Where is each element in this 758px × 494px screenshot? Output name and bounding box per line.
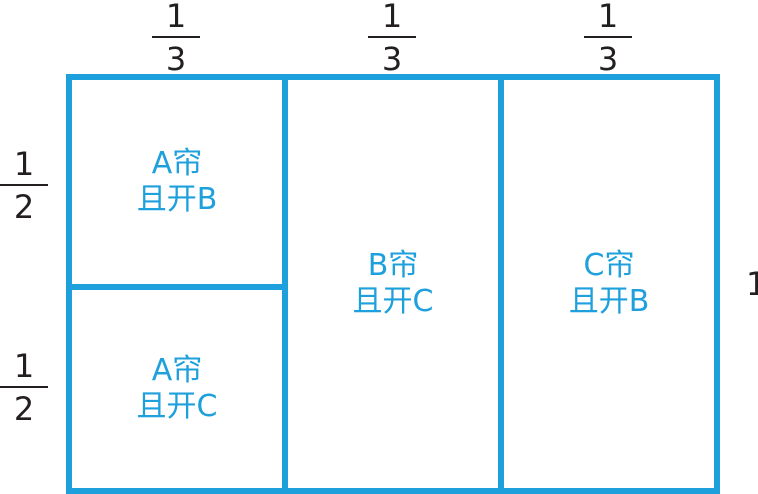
column-fraction-2-denominator: 3 xyxy=(381,40,403,78)
whole-label: 1 xyxy=(746,265,758,303)
fraction-bar xyxy=(0,386,48,388)
column-fraction-1-numerator: 1 xyxy=(165,0,187,35)
fraction-bar xyxy=(584,36,632,38)
cell-a-open-b-line1: A帘 xyxy=(151,146,203,181)
column-fraction-1-denominator: 3 xyxy=(165,40,187,78)
row-fraction-1-denominator: 2 xyxy=(13,188,35,226)
cell-c-open-b: C帘 且开B xyxy=(498,74,720,494)
probability-grid: A帘 且开B A帘 且开C B帘 且开C C帘 且开B xyxy=(66,74,720,494)
column-fraction-1: 1 3 xyxy=(148,0,204,75)
cell-b-open-c-line2: 且开C xyxy=(352,284,434,319)
cell-a-open-b: A帘 且开B xyxy=(66,74,288,290)
fraction-bar xyxy=(368,36,416,38)
column-fraction-3: 1 3 xyxy=(580,0,636,75)
column-fraction-2: 1 3 xyxy=(364,0,420,75)
cell-a-open-c-line2: 且开C xyxy=(136,389,218,424)
column-fraction-3-denominator: 3 xyxy=(597,40,619,78)
cell-b-open-c: B帘 且开C xyxy=(282,74,504,494)
cell-c-open-b-line2: 且开B xyxy=(568,284,650,319)
fraction-bar xyxy=(152,36,200,38)
column-fraction-2-numerator: 1 xyxy=(381,0,403,35)
cell-a-open-c-line1: A帘 xyxy=(151,353,203,388)
row-fraction-1-numerator: 1 xyxy=(13,145,35,183)
cell-c-open-b-line1: C帘 xyxy=(583,248,635,283)
row-fraction-2: 1 2 xyxy=(0,350,52,425)
cell-a-open-b-line2: 且开B xyxy=(136,182,218,217)
row-fraction-2-denominator: 2 xyxy=(13,390,35,428)
row-fraction-2-numerator: 1 xyxy=(13,347,35,385)
cell-b-open-c-line1: B帘 xyxy=(367,248,419,283)
fraction-bar xyxy=(0,184,48,186)
column-fraction-3-numerator: 1 xyxy=(597,0,619,35)
row-fraction-1: 1 2 xyxy=(0,148,52,223)
cell-a-open-c: A帘 且开C xyxy=(66,284,288,494)
